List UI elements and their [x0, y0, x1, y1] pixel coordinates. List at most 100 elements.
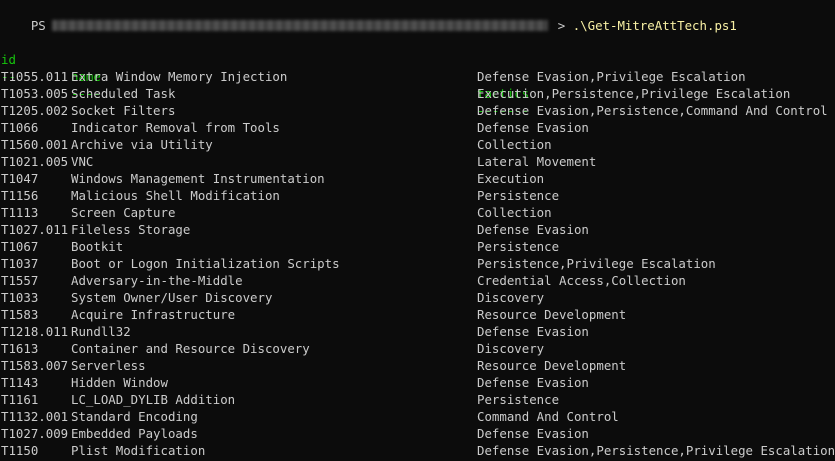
table-row: T1583.007 Serverless Resource Development	[1, 357, 835, 374]
cell-tactics: Lateral Movement	[477, 154, 597, 169]
cell-id: T1150	[1, 443, 39, 458]
cell-tactics: Defense Evasion,Persistence,Command And …	[477, 103, 828, 118]
cell-name: Adversary-in-the-Middle	[71, 273, 243, 288]
cell-name: Plist Modification	[71, 443, 206, 458]
cell-id: T1027.011	[1, 222, 69, 237]
cell-name: System Owner/User Discovery	[71, 290, 273, 305]
table-row: T1021.005 VNC Lateral Movement	[1, 153, 835, 170]
cell-id: T1053.005	[1, 86, 69, 101]
cell-name: Socket Filters	[71, 103, 176, 118]
table-row: T1047 Windows Management Instrumentation E…	[1, 170, 835, 187]
table-row: T1027.009 Embedded Payloads Defense Evasio…	[1, 425, 835, 442]
table-row: T1027.011 Fileless Storage Defense Evasion	[1, 221, 835, 238]
cell-name: Hidden Window	[71, 375, 168, 390]
cell-tactics: Execution,Persistence,Privilege Escalati…	[477, 86, 791, 101]
cell-tactics: Command And Control	[477, 409, 619, 424]
prompt-line: PS > .\Get-MitreAttTech.ps1	[1, 0, 737, 33]
table-row: T1218.011 Rundll32 Defense Evasion	[1, 323, 835, 340]
table-row: T1113 Screen Capture Collection	[1, 204, 835, 221]
cell-id: T1033	[1, 290, 39, 305]
cell-tactics: Resource Development	[477, 358, 627, 373]
cell-tactics: Persistence	[477, 188, 560, 203]
cell-id: T1067	[1, 239, 39, 254]
cell-name: Extra Window Memory Injection	[71, 69, 288, 84]
cell-name: Scheduled Task	[71, 86, 176, 101]
cell-name: Indicator Removal from Tools	[71, 120, 280, 135]
redacted-path	[51, 20, 548, 31]
cell-name: Acquire Infrastructure	[71, 307, 236, 322]
cell-name: Container and Resource Discovery	[71, 341, 310, 356]
cell-tactics: Discovery	[477, 290, 545, 305]
cell-name: Boot or Logon Initialization Scripts	[71, 256, 340, 271]
cell-tactics: Persistence	[477, 239, 560, 254]
cell-name: Standard Encoding	[71, 409, 198, 424]
cell-id: T1113	[1, 205, 39, 220]
terminal-window[interactable]: PS > .\Get-MitreAttTech.ps1 id name tacti…	[0, 0, 835, 461]
cell-tactics: Defense Evasion	[477, 324, 589, 339]
cell-id: T1021.005	[1, 154, 69, 169]
table-row: T1067 Bootkit Persistence	[1, 238, 835, 255]
table-row: T1055.011 Extra Window Memory Injection De…	[1, 68, 835, 85]
cell-id: T1583	[1, 307, 39, 322]
cell-tactics: Defense Evasion,Persistence,Privilege Es…	[477, 443, 835, 458]
cell-tactics: Persistence,Privilege Escalation	[477, 256, 716, 271]
table-row: T1066 Indicator Removal from Tools Defense…	[1, 119, 835, 136]
cell-id: T1037	[1, 256, 39, 271]
cell-name: VNC	[71, 154, 94, 169]
cell-name: Serverless	[71, 358, 146, 373]
cell-id: T1560.001	[1, 137, 69, 152]
separator-row: -- ---- -------	[1, 51, 835, 118]
cell-id: T1055.011	[1, 69, 69, 84]
cell-tactics: Defense Evasion,Privilege Escalation	[477, 69, 746, 84]
cell-id: T1218.011	[1, 324, 69, 339]
cell-id: T1047	[1, 171, 39, 186]
cell-name: Windows Management Instrumentation	[71, 171, 325, 186]
cell-tactics: Credential Access,Collection	[477, 273, 686, 288]
cell-tactics: Defense Evasion	[477, 120, 589, 135]
cell-name: Bootkit	[71, 239, 124, 254]
table-row: T1557 Adversary-in-the-Middle Credential A…	[1, 272, 835, 289]
table-row: T1033 System Owner/User Discovery Discover…	[1, 289, 835, 306]
table-row: T1150 Plist Modification Defense Evasion,P…	[1, 442, 835, 459]
cell-tactics: Resource Development	[477, 307, 627, 322]
cell-id: T1557	[1, 273, 39, 288]
cell-tactics: Discovery	[477, 341, 545, 356]
cell-id: T1027.009	[1, 426, 69, 441]
table-row: T1205.002 Socket Filters Defense Evasion,P…	[1, 102, 835, 119]
table-row: T1560.001 Archive via Utility Collection	[1, 136, 835, 153]
cell-name: Embedded Payloads	[71, 426, 198, 441]
table-row: T1161 LC_LOAD_DYLIB Addition Persistence	[1, 391, 835, 408]
table-row: T1132.001 Standard Encoding Command And Co…	[1, 408, 835, 425]
table-row: T1053.005 Scheduled Task Execution,Persist…	[1, 85, 835, 102]
cell-tactics: Defense Evasion	[477, 426, 589, 441]
cell-id: T1161	[1, 392, 39, 407]
cell-tactics: Collection	[477, 205, 552, 220]
header-row: id name tactics	[1, 34, 835, 101]
cell-name: Malicious Shell Modification	[71, 188, 280, 203]
cell-tactics: Defense Evasion	[477, 375, 589, 390]
table-row: T1613 Container and Resource Discovery Dis…	[1, 340, 835, 357]
cell-id: T1583.007	[1, 358, 69, 373]
table-row: T1583 Acquire Infrastructure Resource Deve…	[1, 306, 835, 323]
prompt-ps-label: PS	[30, 18, 46, 33]
cell-id: T1132.001	[1, 409, 69, 424]
cell-id: T1613	[1, 341, 39, 356]
prompt-symbol: >	[557, 18, 566, 33]
command-text: .\Get-MitreAttTech.ps1	[572, 18, 737, 33]
cell-tactics: Collection	[477, 137, 552, 152]
cell-name: Fileless Storage	[71, 222, 191, 237]
cell-tactics: Defense Evasion	[477, 222, 589, 237]
table-row: T1037 Boot or Logon Initialization Script…	[1, 255, 835, 272]
cell-name: Rundll32	[71, 324, 131, 339]
cell-name: Screen Capture	[71, 205, 176, 220]
cell-id: T1143	[1, 375, 39, 390]
cell-tactics: Persistence	[477, 392, 560, 407]
cell-name: LC_LOAD_DYLIB Addition	[71, 392, 236, 407]
cell-name: Archive via Utility	[71, 137, 213, 152]
cell-id: T1156	[1, 188, 39, 203]
table-row: T1143 Hidden Window Defense Evasion	[1, 374, 835, 391]
table-row: T1156 Malicious Shell Modification Persist…	[1, 187, 835, 204]
cell-id: T1205.002	[1, 103, 69, 118]
cell-tactics: Execution	[477, 171, 545, 186]
cell-id: T1066	[1, 120, 39, 135]
